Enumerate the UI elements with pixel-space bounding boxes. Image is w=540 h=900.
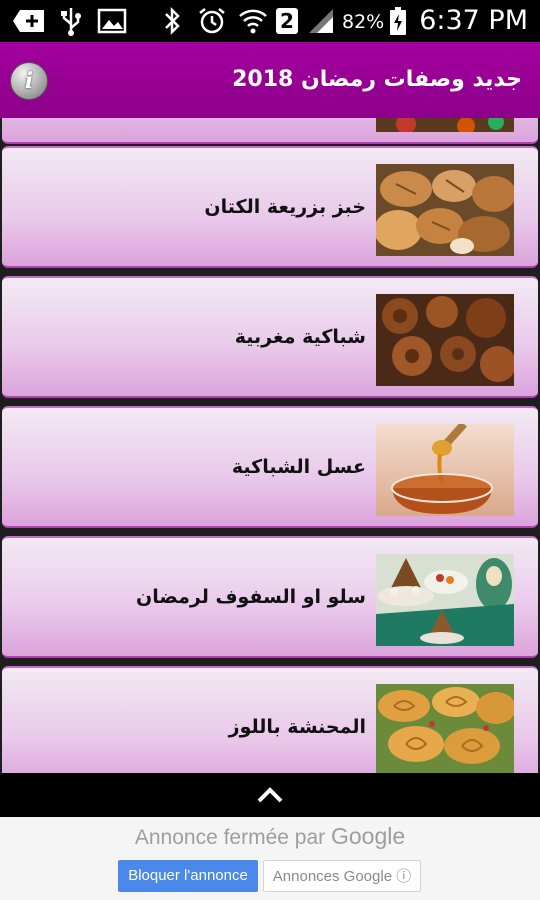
google-ads-button[interactable]: Annonces Google ⓘ [263, 860, 421, 892]
page-title: جديد وصفات رمضان 2018 [232, 67, 522, 92]
recipe-title: المحنشة باللوز [228, 716, 366, 738]
google-logo: Google [330, 823, 406, 849]
ad-banner: Annonce fermée par Google Bloquer l'anno… [0, 817, 540, 900]
list-item[interactable]: سلو او السفوف لرمضان [2, 536, 538, 658]
chebakia-thumbnail [376, 294, 514, 386]
info-icon: i [24, 68, 34, 94]
notification-count-icon: 2 [274, 6, 300, 36]
list-item[interactable]: المحنشة باللوز [2, 666, 538, 773]
add-icon [12, 6, 46, 36]
recipe-title: عسل الشباكية [231, 456, 366, 478]
image-icon [96, 6, 128, 36]
bread-thumbnail [376, 164, 514, 256]
food-thumbnail [376, 118, 514, 132]
clock: 6:37 PM [419, 5, 528, 36]
usb-icon [58, 6, 84, 36]
status-bar: 2 82% 6:37 PM [0, 0, 540, 42]
app-bar: i جديد وصفات رمضان 2018 [0, 42, 540, 118]
recipe-title: شباكية مغربية [234, 326, 366, 348]
cell-signal-icon [306, 6, 336, 36]
bluetooth-icon [160, 6, 184, 36]
battery-charging-icon [387, 6, 409, 36]
info-button[interactable]: i [10, 62, 48, 100]
notification-count: 2 [276, 8, 298, 34]
recipe-list[interactable]: خبز بزريعة الكتان شباكية مغربية عسل الشب… [0, 118, 540, 773]
recipe-title: خبز بزريعة الكتان [204, 196, 366, 218]
recipe-title: سلو او السفوف لرمضان [136, 586, 366, 608]
ad-closed-message: Annonce fermée par Google [0, 821, 540, 853]
chevron-up-icon[interactable] [256, 785, 284, 805]
block-ad-button[interactable]: Bloquer l'annonce [118, 860, 258, 892]
list-item[interactable]: عسل الشباكية [2, 406, 538, 528]
list-item[interactable]: خبز بزريعة الكتان [2, 146, 538, 268]
wifi-icon [238, 6, 268, 36]
sellou-thumbnail [376, 554, 514, 646]
ad-closed-text: Annonce fermée par [134, 826, 326, 849]
bottom-bar [0, 773, 540, 817]
list-item[interactable] [2, 118, 538, 144]
battery-percent: 82% [342, 11, 385, 33]
list-item[interactable]: شباكية مغربية [2, 276, 538, 398]
honey-thumbnail [376, 424, 514, 516]
alarm-icon [196, 6, 228, 36]
mhancha-thumbnail [376, 684, 514, 773]
